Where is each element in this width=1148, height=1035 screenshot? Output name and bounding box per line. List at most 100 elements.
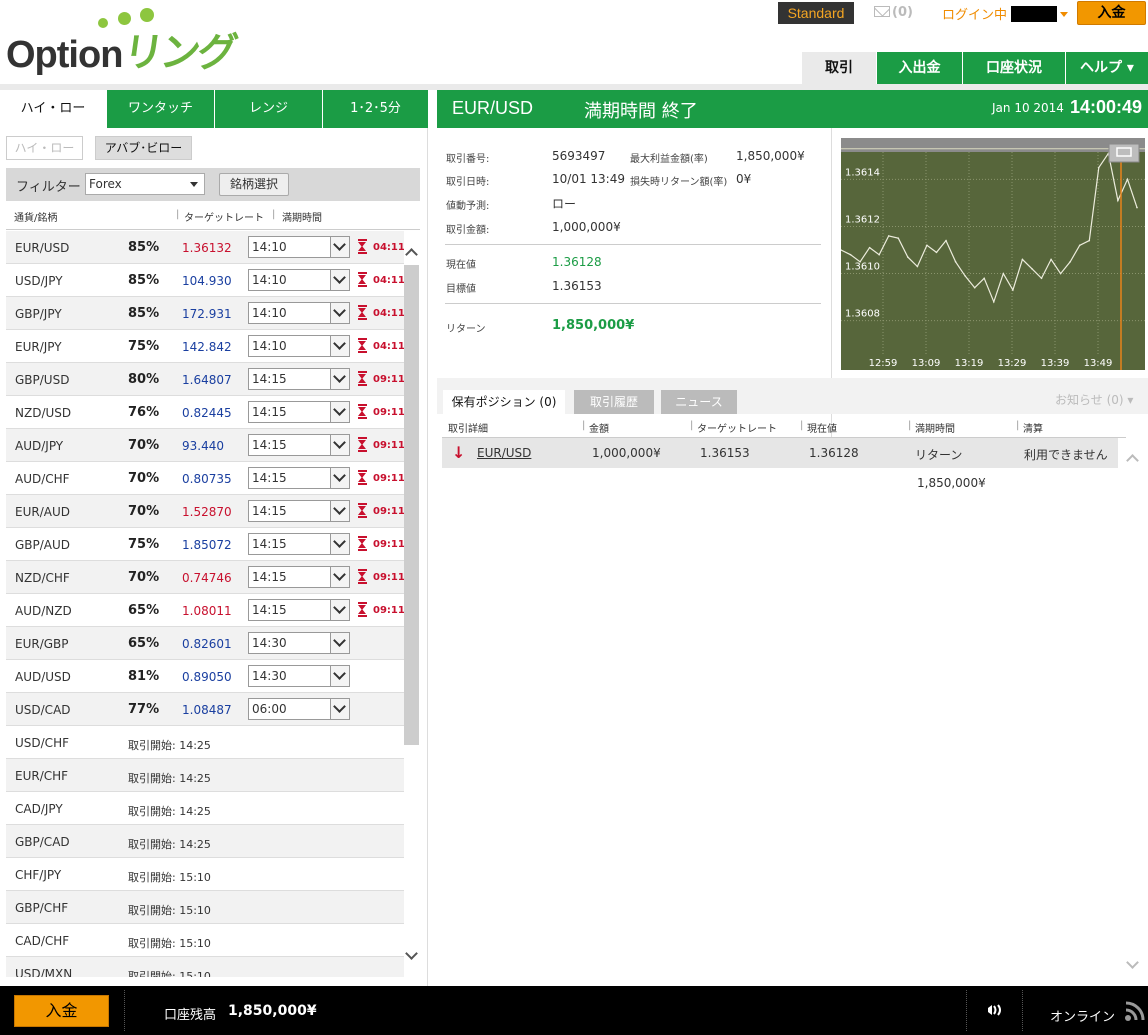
target-rate: 1.08011 [182,604,232,618]
sound-icon[interactable] [985,1002,1005,1018]
scroll-thumb[interactable] [404,265,419,745]
asset-row[interactable]: USD/CHF 取引開始: 14:25 [6,726,404,759]
subtab-above-below[interactable]: アバブ･ビロー [95,136,192,160]
asset-row[interactable]: EUR/GBP 65% 0.82601 14:30 [6,627,404,660]
asset-select-button[interactable]: 銘柄選択 [219,173,289,196]
expiry-select[interactable]: 14:10 [248,236,350,258]
asset-list-scrollbar[interactable] [404,231,420,977]
chart-data-point [1117,199,1119,202]
col-trade-detail: 取引詳細 [448,424,488,435]
asset-row[interactable]: AUD/JPY 70% 93.440 14:15 09:11 [6,429,404,462]
chevron-down-icon[interactable] [330,567,349,587]
asset-row[interactable]: GBP/JPY 85% 172.931 14:10 04:11 [6,297,404,330]
chevron-down-icon[interactable] [330,435,349,455]
chevron-down-icon[interactable] [330,303,349,323]
asset-row[interactable]: GBP/CHF 取引開始: 15:10 [6,891,404,924]
asset-row[interactable]: AUD/USD 81% 0.89050 14:30 [6,660,404,693]
nav-deposit-withdraw[interactable]: 入出金 [876,52,962,84]
payout-rate: 70% [128,471,160,486]
mail-button[interactable]: (0) [874,5,913,20]
asset-row[interactable]: NZD/CHF 70% 0.74746 14:15 09:11 [6,561,404,594]
expiry-select[interactable]: 06:00 [248,698,350,720]
scroll-up-icon[interactable] [1126,454,1139,467]
chevron-down-icon[interactable] [330,402,349,422]
tab-range[interactable]: レンジ [214,90,322,128]
asset-row[interactable]: EUR/USD 85% 1.36132 14:10 04:11 [6,231,404,264]
option-ring-logo[interactable]: Option リング [6,8,246,78]
position-row[interactable]: ↓ EUR/USD 1,000,000¥ 1.36153 1.36128 リター… [442,438,1118,468]
expiry-select[interactable]: 14:15 [248,566,350,588]
chevron-down-icon[interactable] [330,666,349,686]
tab-trade-history[interactable]: 取引履歴 [574,390,654,414]
asset-row[interactable]: GBP/AUD 75% 1.85072 14:15 09:11 [6,528,404,561]
asset-row[interactable]: GBP/CAD 取引開始: 14:25 [6,825,404,858]
subtab-high-low[interactable]: ハイ・ロー [6,136,83,160]
asset-row[interactable]: AUD/NZD 65% 1.08011 14:15 09:11 [6,594,404,627]
positions-scrollbar[interactable] [1123,438,1143,978]
expiry-select[interactable]: 14:15 [248,599,350,621]
chevron-down-icon[interactable] [330,270,349,290]
tab-open-positions[interactable]: 保有ポジション (0) [443,390,565,414]
asset-row[interactable]: EUR/AUD 70% 1.52870 14:15 09:11 [6,495,404,528]
asset-row[interactable]: AUD/CHF 70% 0.80735 14:15 09:11 [6,462,404,495]
rss-feed-icon[interactable] [1124,1000,1146,1022]
chevron-down-icon[interactable] [330,600,349,620]
tab-short-term[interactable]: 1･2･5分 [322,90,428,128]
asset-row[interactable]: EUR/JPY 75% 142.842 14:10 04:11 [6,330,404,363]
expiry-select[interactable]: 14:15 [248,368,350,390]
nav-help[interactable]: ヘルプ ▾ [1065,52,1148,84]
chevron-down-icon[interactable] [330,501,349,521]
chevron-down-icon[interactable] [330,699,349,719]
payout-rate: 70% [128,438,160,453]
asset-row[interactable]: USD/JPY 85% 104.930 14:10 04:11 [6,264,404,297]
chevron-down-icon[interactable] [330,237,349,257]
expiry-select[interactable]: 14:30 [248,632,350,654]
price-chart[interactable]: 1.3614 1.3612 1.3610 1.3608 12:59 13:09 13:19 1… [841,138,1145,370]
target-rate: 0.74746 [182,571,232,585]
expiry-select[interactable]: 14:15 [248,533,350,555]
expiry-select[interactable]: 14:15 [248,500,350,522]
scroll-down-icon[interactable] [405,947,418,960]
scroll-up-icon[interactable] [405,248,418,261]
target-rate: 0.89050 [182,670,232,684]
expiry-select[interactable]: 14:30 [248,665,350,687]
chevron-down-icon[interactable] [330,534,349,554]
tab-high-low[interactable]: ハイ・ロー [0,90,106,128]
asset-row[interactable]: CHF/JPY 取引開始: 15:10 [6,858,404,891]
asset-row[interactable]: USD/CAD 77% 1.08487 06:00 [6,693,404,726]
chevron-down-icon: ▾ [1127,393,1134,407]
asset-row[interactable]: CAD/CHF 取引開始: 15:10 [6,924,404,957]
expiry-value: 14:15 [252,603,287,617]
asset-row[interactable]: NZD/USD 76% 0.82445 14:15 09:11 [6,396,404,429]
chevron-down-icon[interactable] [330,633,349,653]
chevron-down-icon[interactable] [330,369,349,389]
trade-date: Jan 10 2014 [992,101,1064,115]
login-status-menu[interactable]: ログイン中 [942,4,1069,23]
balance-label: 口座残高 [164,1008,217,1023]
footer-deposit-button[interactable]: 入金 [14,995,109,1027]
header-deposit-button[interactable]: 入金 [1077,1,1146,25]
scroll-down-icon[interactable] [1126,956,1139,969]
expiry-select[interactable]: 14:10 [248,269,350,291]
chevron-down-icon[interactable] [330,468,349,488]
payout-rate: 65% [128,603,160,618]
divider [445,244,821,245]
nav-account-status[interactable]: 口座状況 [962,52,1065,84]
expiry-select[interactable]: 14:10 [248,335,350,357]
asset-row[interactable]: USD/MXN 取引開始: 15:10 [6,957,404,977]
expiry-select[interactable]: 14:15 [248,401,350,423]
chevron-down-icon[interactable] [330,336,349,356]
expiry-select[interactable]: 14:10 [248,302,350,324]
expiry-select[interactable]: 14:15 [248,467,350,489]
asset-row[interactable]: EUR/CHF 取引開始: 14:25 [6,759,404,792]
filter-select[interactable]: Forex [85,173,205,195]
nav-trade[interactable]: 取引 [801,52,876,84]
notice-dropdown[interactable]: お知らせ (0) ▾ [1055,391,1133,408]
position-pair-link[interactable]: EUR/USD [477,446,531,460]
expiry-select[interactable]: 14:15 [248,434,350,456]
trade-status: 満期時間 終了 [584,101,698,122]
asset-row[interactable]: CAD/JPY 取引開始: 14:25 [6,792,404,825]
tab-one-touch[interactable]: ワンタッチ [106,90,214,128]
asset-row[interactable]: GBP/USD 80% 1.64807 14:15 09:11 [6,363,404,396]
tab-news[interactable]: ニュース [661,390,737,414]
